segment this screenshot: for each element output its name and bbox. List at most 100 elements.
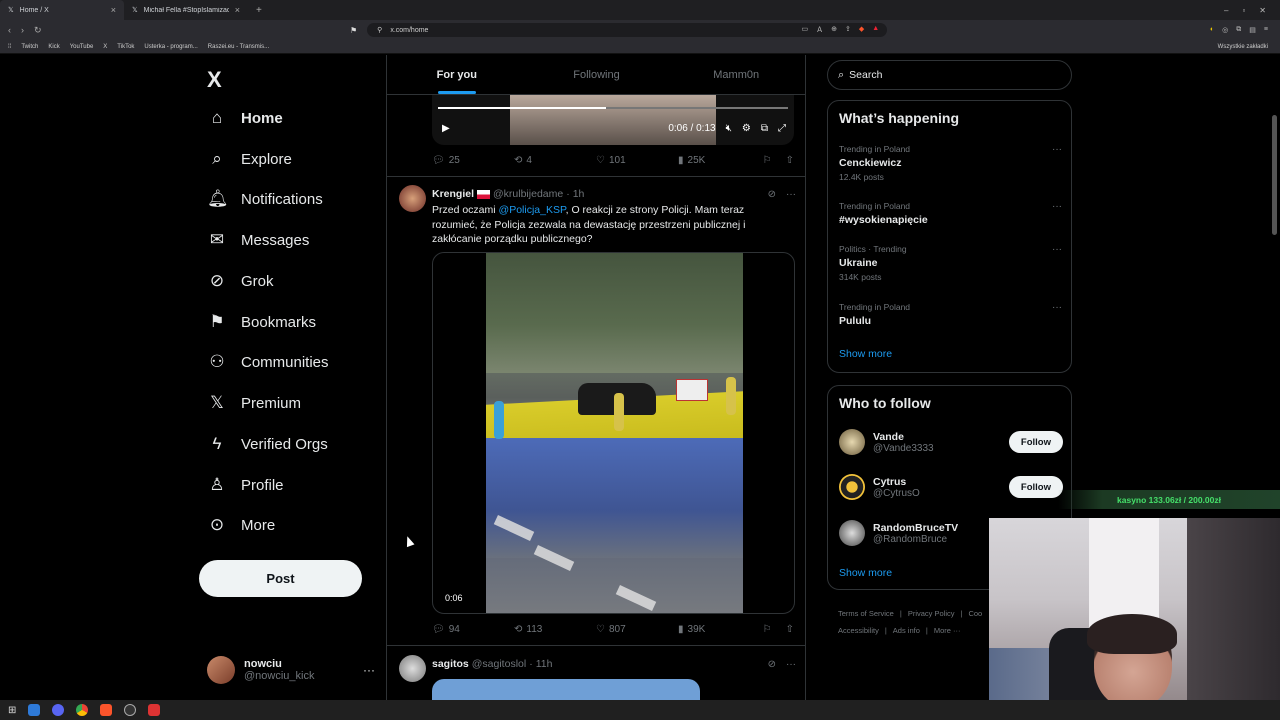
author-handle[interactable]: @krulbijedame [493, 188, 563, 200]
bookmark-x[interactable]: X [103, 44, 107, 50]
grok-icon[interactable]: ⊘ [768, 659, 776, 670]
author-name[interactable]: sagitos [432, 658, 469, 670]
repost-button[interactable]: ⟲ 4 [514, 155, 596, 166]
forward-icon[interactable]: › [21, 25, 24, 36]
footer-link-privacy[interactable]: Privacy Policy [908, 609, 955, 618]
shield-icon[interactable]: ◆ [859, 25, 864, 35]
minimize-icon[interactable]: – [1224, 6, 1228, 15]
trend-item[interactable]: Trending in Poland Pululu ··· [839, 302, 1064, 327]
reload-icon[interactable]: ↻ [34, 25, 42, 36]
more-dots-icon[interactable]: ··· [1052, 244, 1062, 255]
close-tab-icon[interactable]: × [235, 5, 240, 15]
translate-icon[interactable]: Ａ [816, 25, 823, 35]
post-button[interactable]: Post [199, 560, 362, 597]
follow-suggestion[interactable]: Vande @Vande3333 Follow [839, 426, 1063, 458]
author-handle[interactable]: @sagitoslol [472, 658, 526, 670]
nav-item-more[interactable]: ⊙ More [207, 510, 275, 540]
wallet-icon[interactable]: ◐ [1210, 26, 1214, 34]
site-info-icon[interactable]: ⚲ [377, 26, 382, 34]
bookmark-usterka[interactable]: Usterka - program... [144, 44, 197, 50]
more-dots-icon[interactable]: ··· [786, 659, 796, 670]
trend-item[interactable]: Trending in Poland #wysokienapięcie ··· [839, 201, 1064, 226]
nav-item-home[interactable]: ⌂ Home [207, 103, 283, 133]
show-more-link[interactable]: Show more [839, 567, 892, 579]
obs-icon[interactable] [124, 704, 137, 716]
browser-tab-second[interactable]: 𝕏 Michał Fella #StopIslamizacjiLewicy · … [124, 0, 248, 20]
address-bar[interactable]: ⚲ x.com/home ▭ Ａ ⊕ ⇪ ◆ ▲ [367, 23, 888, 37]
video-player-top[interactable]: ▶ 0:06 / 0:13 🔇︎ ⚙ ⧉ ⤢ [432, 95, 794, 145]
extension-icon[interactable]: ◎ [1222, 26, 1228, 34]
tweet-image[interactable] [432, 679, 700, 700]
trend-item[interactable]: Trending in Poland Cenckiewicz 12.4K pos… [839, 144, 1064, 182]
menu-icon[interactable]: ≡ [1264, 26, 1268, 34]
tweet-time[interactable]: 11h [536, 658, 553, 670]
like-button[interactable]: ♡ 101 [596, 155, 678, 166]
puzzle-icon[interactable]: ⧉ [1236, 26, 1241, 34]
fullscreen-icon[interactable]: ⤢ [778, 123, 786, 134]
chrome-icon[interactable] [76, 704, 89, 716]
nav-item-messages[interactable]: ✉ Messages [207, 225, 310, 255]
taskbar-app-icon[interactable] [28, 704, 41, 716]
author-name[interactable]: Krengiel [432, 188, 474, 200]
close-window-icon[interactable]: ✕ [1259, 6, 1266, 15]
reply-button[interactable]: 💬︎ 94 [432, 624, 514, 635]
repost-button[interactable]: ⟲ 113 [514, 624, 596, 635]
install-icon[interactable]: ▭ [801, 25, 808, 35]
tweet-video[interactable]: 0:06 [432, 252, 795, 614]
more-dots-icon[interactable]: ··· [1052, 302, 1062, 313]
play-icon[interactable]: ▶ [442, 123, 450, 134]
share-icon[interactable]: ⇧ [786, 155, 794, 166]
footer-link-cookies[interactable]: Coo [968, 609, 982, 618]
nav-item-verified-orgs[interactable]: ϟ Verified Orgs [207, 429, 328, 459]
trend-item[interactable]: Politics · Trending Ukraine 314K posts ·… [839, 244, 1064, 282]
avatar[interactable] [399, 655, 426, 682]
discord-icon[interactable] [52, 704, 65, 716]
nav-item-profile[interactable]: ♙ Profile [207, 470, 283, 500]
bookmark-kick[interactable]: Kick [48, 44, 59, 50]
bookmark-page-icon[interactable]: ⚑ [350, 26, 357, 35]
search-box[interactable]: ⌕ [827, 60, 1072, 90]
sidebar-toggle-icon[interactable]: ▤ [1249, 26, 1256, 34]
taskbar-app-icon[interactable] [148, 704, 161, 716]
more-dots-icon[interactable]: ··· [1052, 144, 1062, 155]
account-switcher[interactable]: nowciu @nowciu_kick ··· [207, 652, 375, 688]
nav-item-explore[interactable]: ⌕ Explore [207, 144, 292, 174]
mention-link[interactable]: @Policja_KSP [499, 204, 566, 216]
grok-icon[interactable]: ⊘ [768, 189, 776, 200]
bookmark-icon[interactable]: ⚐ [763, 624, 772, 635]
reply-button[interactable]: 💬︎ 25 [432, 155, 514, 166]
browser-tab-home[interactable]: 𝕏 Home / X × [0, 0, 124, 20]
share-icon[interactable]: ⇧ [786, 624, 794, 635]
settings-gear-icon[interactable]: ⚙ [742, 123, 751, 134]
bookmark-twitch[interactable]: Twitch [21, 44, 38, 50]
more-dots-icon[interactable]: ··· [1052, 201, 1062, 212]
video-progress[interactable] [438, 107, 788, 109]
share-icon[interactable]: ⇪ [845, 25, 851, 35]
views-button[interactable]: ▮ 25K [678, 155, 760, 166]
follow-button[interactable]: Follow [1008, 476, 1063, 498]
more-dots-icon[interactable]: ··· [363, 663, 375, 677]
nav-item-communities[interactable]: ⚇ Communities [207, 347, 328, 377]
page-scrollbar[interactable] [1272, 115, 1277, 235]
windows-start-icon[interactable]: ⊞ [8, 705, 16, 716]
rewards-icon[interactable]: ▲ [872, 25, 879, 35]
tab-mammon[interactable]: Mamm0n [666, 55, 805, 94]
x-logo-icon[interactable]: X [207, 67, 222, 93]
tab-for-you[interactable]: For you [387, 55, 527, 94]
mute-icon[interactable]: 🔇︎ [726, 123, 732, 134]
nav-item-grok[interactable]: ⊘ Grok [207, 266, 274, 296]
footer-link-accessibility[interactable]: Accessibility [838, 626, 879, 635]
back-icon[interactable]: ‹ [8, 25, 11, 36]
follow-suggestion[interactable]: Cytrus @CytrusO Follow [839, 471, 1063, 503]
tweet-time[interactable]: 1h [573, 188, 585, 200]
show-more-link[interactable]: Show more [839, 348, 892, 360]
nav-item-premium[interactable]: 𝕏 Premium [207, 388, 301, 418]
bookmark-icon[interactable]: ⚐ [763, 155, 772, 166]
zoom-icon[interactable]: ⊕ [831, 25, 837, 35]
footer-link-terms[interactable]: Terms of Service [838, 609, 894, 618]
bookmark-tiktok[interactable]: TikTok [117, 44, 134, 50]
footer-link-ads[interactable]: Ads info [893, 626, 920, 635]
avatar[interactable] [399, 185, 426, 212]
tab-following[interactable]: Following [527, 55, 667, 94]
views-button[interactable]: ▮ 39K [678, 624, 760, 635]
